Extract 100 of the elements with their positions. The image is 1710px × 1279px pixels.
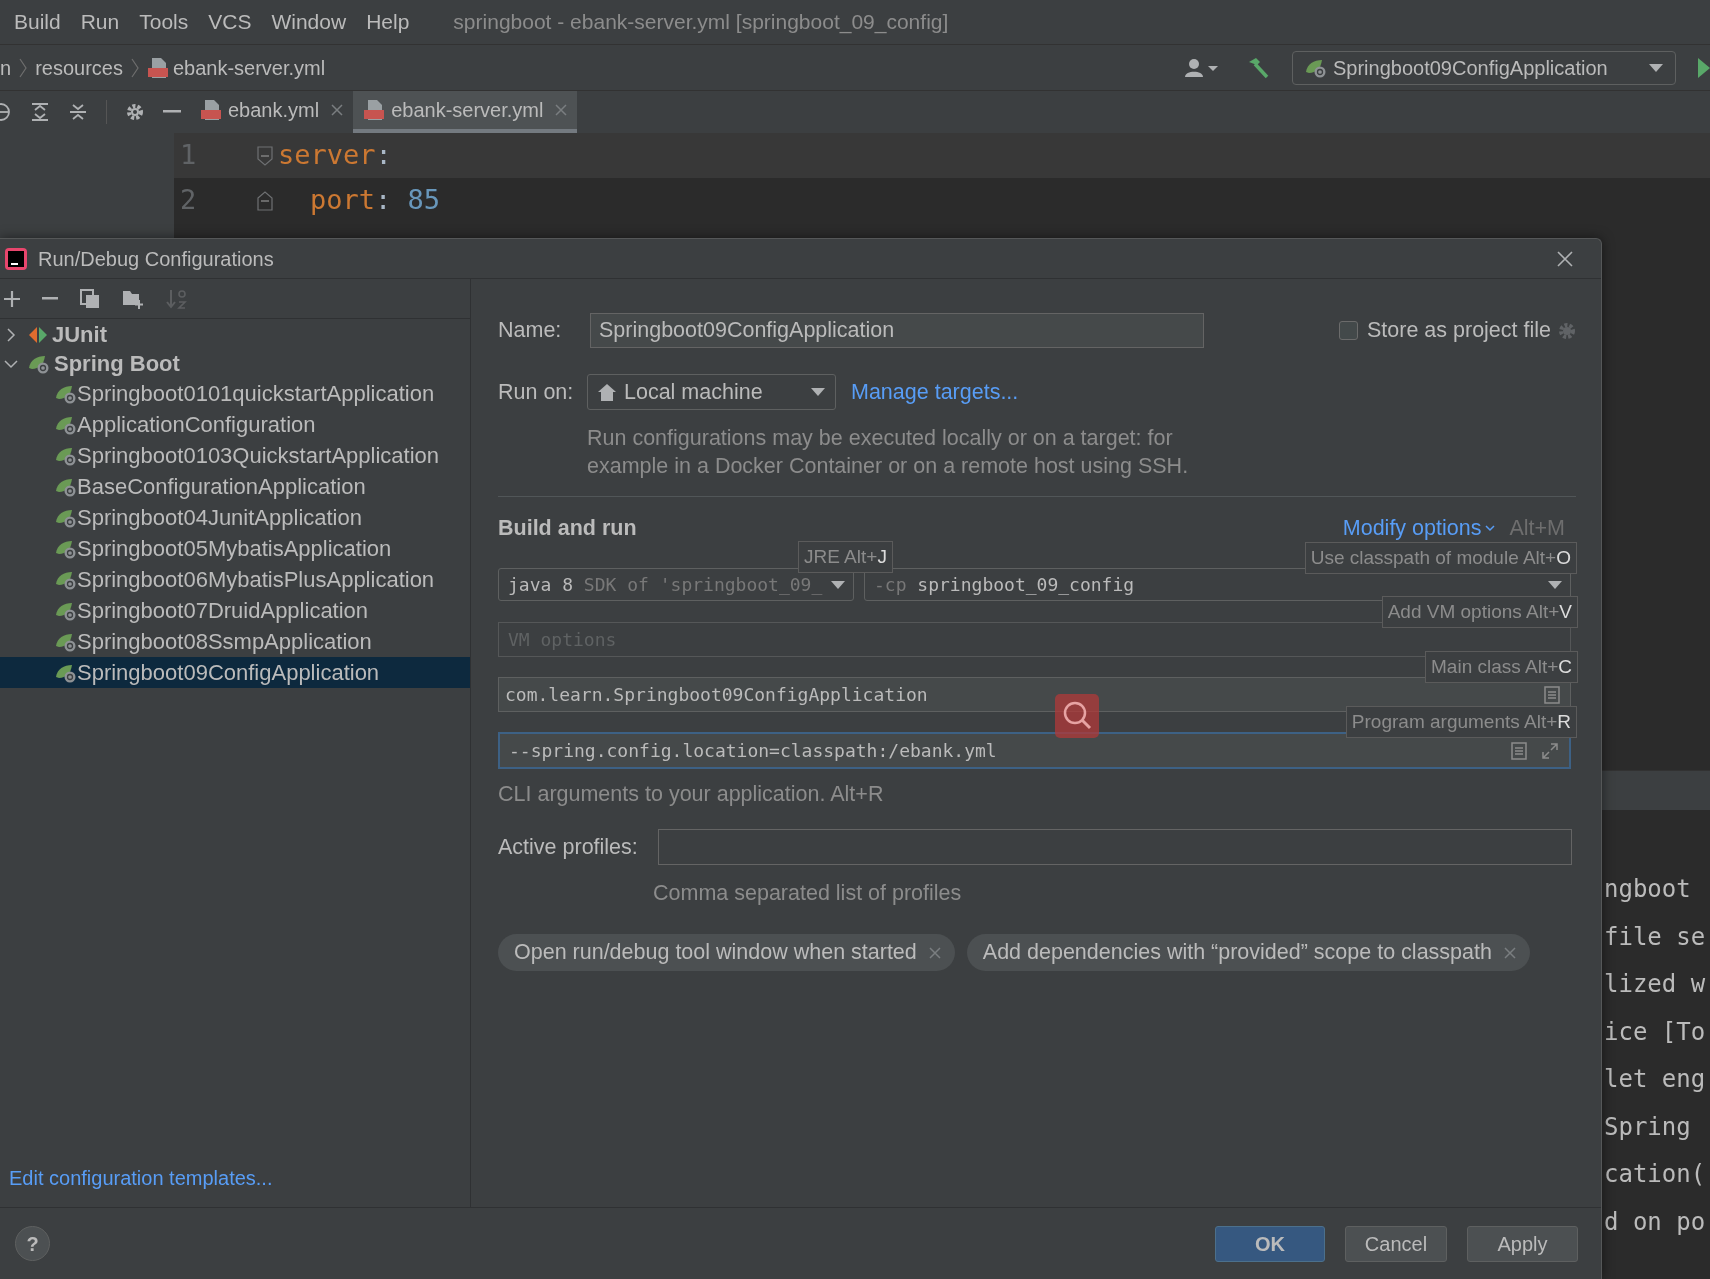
- spring-leaf-icon: [55, 569, 77, 590]
- tree-item[interactable]: Springboot04JunitApplication: [0, 502, 470, 533]
- spring-leaf-icon: [28, 353, 50, 374]
- chevron-down-icon: [1485, 524, 1496, 532]
- tree-item[interactable]: Springboot09ConfigApplication: [0, 657, 470, 688]
- menu-item[interactable]: VCS: [208, 6, 252, 38]
- spring-leaf-icon: [55, 600, 77, 621]
- locate-icon[interactable]: [0, 102, 12, 122]
- close-icon[interactable]: [331, 104, 344, 116]
- tree-group[interactable]: Spring Boot: [0, 349, 470, 378]
- tooltip: JRE Alt+J: [798, 541, 893, 573]
- chevron-right-icon: [19, 57, 28, 78]
- breadcrumb-item[interactable]: ebank-server.yml: [172, 52, 326, 83]
- menu-item[interactable]: Tools: [139, 6, 189, 38]
- breadcrumb-item[interactable]: n: [0, 52, 12, 83]
- editor-tab[interactable]: ebank-server.yml: [353, 91, 578, 133]
- tree-item[interactable]: Springboot05MybatisApplication: [0, 533, 470, 564]
- section-title: Build and run: [498, 514, 637, 542]
- field-label: Name:: [498, 317, 563, 345]
- program-arguments-field[interactable]: --spring.config.location=classpath:/ebank.yml: [498, 732, 1571, 769]
- code-line: port: 85: [309, 183, 441, 218]
- yaml-file-icon: [200, 99, 222, 121]
- tree-item[interactable]: Springboot07DruidApplication: [0, 595, 470, 626]
- hint-text: CLI arguments to your application. Alt+R: [498, 780, 884, 808]
- menu-item[interactable]: Build: [14, 6, 61, 38]
- console-line: let eng: [1604, 1064, 1706, 1095]
- yaml-file-icon: [363, 99, 386, 121]
- console-line: ice [To: [1604, 1016, 1706, 1048]
- edit-templates-link[interactable]: Edit configuration templates...: [9, 1167, 273, 1189]
- copy-icon[interactable]: [80, 288, 100, 309]
- spring-leaf-icon: [1305, 57, 1327, 78]
- run-configuration-dropdown[interactable]: Springboot09ConfigApplication: [1292, 50, 1676, 85]
- tree-group[interactable]: JUnit: [0, 320, 470, 349]
- code-line: server:: [278, 138, 392, 173]
- add-icon[interactable]: [4, 290, 20, 307]
- expand-icon[interactable]: [1541, 741, 1559, 760]
- spring-leaf-icon: [55, 383, 77, 404]
- dialog-button[interactable]: OK: [1215, 1225, 1325, 1262]
- tree-item[interactable]: BaseConfigurationApplication: [0, 471, 470, 502]
- help-button[interactable]: ?: [15, 1226, 50, 1261]
- spring-leaf-icon: [55, 445, 77, 466]
- tree-item[interactable]: Springboot0101quickstartApplication: [0, 378, 470, 409]
- run-icon[interactable]: [1698, 57, 1710, 78]
- remove-icon[interactable]: [42, 296, 58, 301]
- magnifier-icon: [1055, 694, 1099, 738]
- run-on-dropdown[interactable]: Local machine: [587, 374, 836, 410]
- spring-leaf-icon: [55, 662, 77, 683]
- main-class-field[interactable]: com.learn.Springboot09ConfigApplication: [498, 677, 1571, 712]
- new-folder-icon[interactable]: [122, 288, 144, 309]
- user-icon[interactable]: [1184, 57, 1218, 78]
- fold-marker-icon[interactable]: [256, 144, 274, 167]
- description-text: Run configurations may be executed locally or on a target: for example in a Docker Container or on a remote host using SSH.: [587, 425, 1189, 480]
- active-profiles-field[interactable]: [658, 829, 1572, 865]
- document-icon[interactable]: [1511, 741, 1527, 760]
- field-label: Run on:: [498, 378, 575, 406]
- option-chip[interactable]: Add dependencies with “provided” scope to classpath: [966, 934, 1530, 971]
- yaml-file-icon: [146, 56, 169, 79]
- home-icon: [598, 383, 616, 401]
- jre-dropdown[interactable]: java 8 SDK of 'springboot_09_: [498, 568, 854, 601]
- minimize-icon[interactable]: [163, 110, 181, 114]
- spring-leaf-icon: [55, 538, 77, 559]
- dialog-title: Run/Debug Configurations: [38, 246, 274, 272]
- editor-tab[interactable]: ebank.yml: [190, 91, 354, 133]
- dialog-button[interactable]: Cancel: [1345, 1225, 1447, 1262]
- tree-item[interactable]: Springboot06MybatisPlusApplication: [0, 564, 470, 595]
- hint-text: Comma separated list of profiles: [653, 879, 962, 907]
- sort-icon: [166, 287, 188, 310]
- spring-leaf-icon: [55, 476, 77, 497]
- chevron-right-icon[interactable]: [4, 327, 18, 342]
- option-chip[interactable]: Open run/debug tool window when started: [498, 934, 955, 971]
- chevron-right-icon: [130, 57, 139, 78]
- dropdown-arrow-icon: [811, 388, 825, 396]
- settings-icon[interactable]: [125, 102, 145, 122]
- checkbox-label[interactable]: Store as project file: [1366, 314, 1551, 347]
- menu-item[interactable]: Help: [366, 6, 410, 38]
- line-number: 2: [179, 183, 198, 218]
- dropdown-arrow-icon: [1649, 63, 1663, 72]
- expand-all-icon[interactable]: [30, 102, 50, 122]
- spring-leaf-icon: [55, 507, 77, 528]
- document-icon[interactable]: [1544, 685, 1560, 704]
- app-logo-icon: [5, 247, 27, 270]
- manage-targets-link[interactable]: Manage targets...: [851, 375, 1019, 409]
- collapse-all-icon[interactable]: [68, 102, 88, 122]
- breadcrumb-item[interactable]: resources: [35, 52, 123, 83]
- tooltip: Add VM options Alt+V: [1381, 596, 1578, 628]
- tree-item[interactable]: Springboot0103QuickstartApplication: [0, 440, 470, 471]
- tree-item[interactable]: ApplicationConfiguration: [0, 409, 470, 440]
- tree-item[interactable]: Springboot08SsmpApplication: [0, 626, 470, 657]
- menu-item[interactable]: Run: [80, 6, 120, 38]
- tooltip: Program arguments Alt+R: [1345, 706, 1577, 738]
- console-line: ngboot: [1604, 874, 1691, 905]
- checkbox[interactable]: [1338, 321, 1358, 340]
- fold-marker-icon[interactable]: [256, 189, 274, 212]
- menu-item[interactable]: Window: [271, 6, 347, 38]
- name-field[interactable]: Springboot09ConfigApplication: [590, 313, 1204, 348]
- tooltip: Main class Alt+C: [1425, 651, 1578, 683]
- dialog-button[interactable]: Apply: [1467, 1225, 1578, 1262]
- close-icon[interactable]: [1557, 250, 1573, 267]
- spring-leaf-icon: [55, 631, 77, 652]
- modify-options-link[interactable]: Modify options: [1342, 511, 1496, 545]
